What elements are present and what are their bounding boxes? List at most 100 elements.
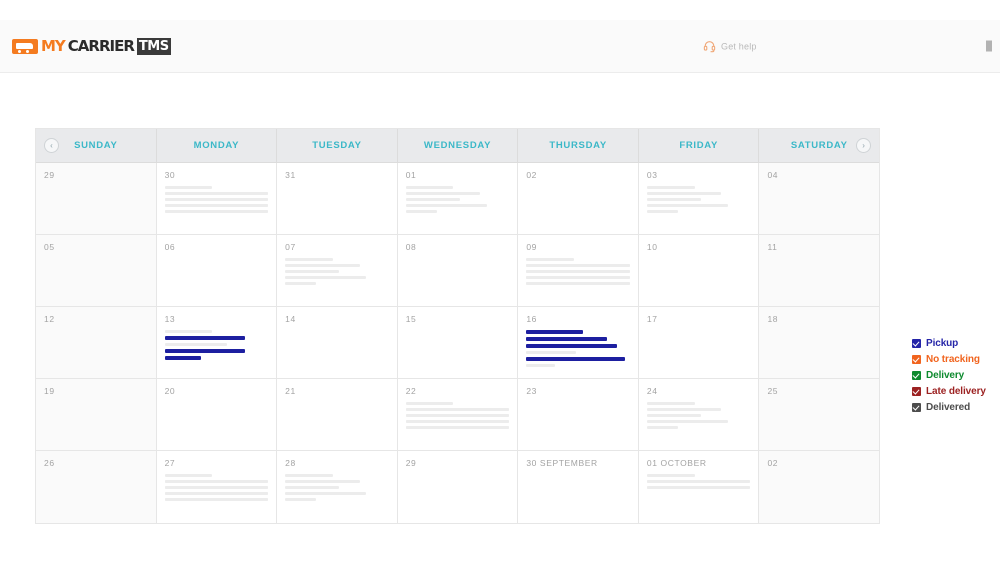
calendar-day-cell[interactable]: 09 xyxy=(518,235,639,306)
shipment-bar-placeholder xyxy=(285,282,317,285)
calendar-day-cell[interactable]: 02 xyxy=(518,163,639,234)
legend-item-late-delivery[interactable]: Late delivery xyxy=(912,386,986,397)
calendar-day-cell[interactable]: 20 xyxy=(156,379,278,450)
shipment-bar-placeholder xyxy=(526,264,585,267)
legend-checkbox-icon[interactable] xyxy=(912,371,921,380)
shipment-bar-placeholder xyxy=(646,186,695,189)
shipment-bar-placeholder xyxy=(405,414,463,417)
calendar-day-cell[interactable]: 18 xyxy=(759,307,880,378)
day-number-label: 18 xyxy=(767,314,779,324)
day-number-label: 09 xyxy=(526,242,537,252)
shipment-bar-group xyxy=(526,282,630,285)
legend-checkbox-icon[interactable] xyxy=(912,403,921,412)
day-number-label: 30 SEPTEMBER xyxy=(526,458,598,468)
calendar-day-cell[interactable]: 30 SEPTEMBER xyxy=(518,451,639,523)
shipment-bar-pickup[interactable] xyxy=(526,337,608,341)
shipment-bar-placeholder xyxy=(164,480,223,483)
app-logo[interactable]: MY CARRIER TMS xyxy=(12,37,171,55)
calendar-header-saturday: SATURDAY › xyxy=(759,129,879,162)
calendar-day-cell[interactable]: 04 xyxy=(759,163,880,234)
shipment-bar-group xyxy=(646,486,751,489)
calendar-day-cell[interactable]: 05 xyxy=(36,235,157,306)
shipment-bar-pickup[interactable] xyxy=(164,336,246,340)
calendar-day-cell[interactable]: 10 xyxy=(638,235,760,306)
calendar-day-cell[interactable]: 27 xyxy=(156,451,278,523)
shipment-bar-placeholder xyxy=(285,276,366,279)
shipment-bar-pickup[interactable] xyxy=(164,356,201,360)
shipment-bar-placeholder xyxy=(405,426,464,429)
calendar-day-cell[interactable]: 21 xyxy=(277,379,398,450)
shipment-bar-placeholder xyxy=(646,192,722,195)
calendar-day-cell[interactable]: 22 xyxy=(397,379,519,450)
shipment-bar-placeholder xyxy=(285,480,360,483)
shipment-bar-placeholder xyxy=(405,204,487,207)
calendar-day-cell[interactable]: 25 xyxy=(759,379,880,450)
legend-checkbox-icon[interactable] xyxy=(912,339,921,348)
legend-label: Delivered xyxy=(926,402,971,413)
calendar-day-cell[interactable]: 29 xyxy=(397,451,519,523)
calendar-header-monday: MONDAY xyxy=(157,129,278,162)
calendar-header-tuesday: TUESDAY xyxy=(277,129,398,162)
legend-item-no-tracking[interactable]: No tracking xyxy=(912,354,986,365)
prev-month-button[interactable]: ‹ xyxy=(44,138,59,153)
calendar-day-cell[interactable]: 15 xyxy=(397,307,519,378)
shipment-bar-pickup[interactable] xyxy=(526,357,625,361)
shipment-bar-placeholder xyxy=(164,192,223,195)
header-overflow-icon[interactable] xyxy=(986,40,992,52)
shipment-bar-pickup[interactable] xyxy=(164,349,246,353)
calendar-day-cell[interactable]: 30 xyxy=(156,163,278,234)
legend-checkbox-icon[interactable] xyxy=(912,387,921,396)
calendar-day-cell[interactable]: 01 OCTOBER xyxy=(638,451,760,523)
calendar-day-cell[interactable]: 16 xyxy=(518,307,639,378)
calendar-day-cell[interactable]: 24 xyxy=(638,379,760,450)
calendar-day-cell[interactable]: 14 xyxy=(277,307,398,378)
calendar-day-cell[interactable]: 29 xyxy=(36,163,157,234)
calendar-day-cell[interactable]: 06 xyxy=(156,235,278,306)
calendar-day-cell[interactable]: 07 xyxy=(277,235,398,306)
shipment-bars xyxy=(405,402,510,429)
shipment-bar-placeholder xyxy=(466,414,510,417)
shipment-bar-group xyxy=(164,498,269,501)
day-number-label: 03 xyxy=(646,170,658,180)
legend-label: Pickup xyxy=(926,338,959,349)
calendar-day-cell[interactable]: 31 xyxy=(277,163,398,234)
calendar-day-cell[interactable]: 23 xyxy=(518,379,639,450)
legend-item-delivery[interactable]: Delivery xyxy=(912,370,986,381)
shipment-bar-placeholder xyxy=(710,486,751,489)
calendar-day-cell[interactable]: 19 xyxy=(36,379,157,450)
shipment-bars xyxy=(405,186,510,213)
next-month-button[interactable]: › xyxy=(856,138,872,153)
day-of-week-label: THURSDAY xyxy=(549,140,607,151)
calendar-day-cell[interactable]: 03 xyxy=(638,163,760,234)
shipment-bar-pickup[interactable] xyxy=(526,330,584,334)
calendar-day-cell[interactable]: 08 xyxy=(397,235,519,306)
day-number-label: 19 xyxy=(44,386,55,396)
day-number-label: 27 xyxy=(164,458,176,468)
shipment-bar-placeholder xyxy=(646,474,695,477)
shipment-bar-pickup[interactable] xyxy=(526,344,618,348)
get-help-label: Get help xyxy=(721,41,757,51)
calendar-day-cell[interactable]: 17 xyxy=(638,307,760,378)
calendar-day-cell[interactable]: 02 xyxy=(759,451,880,523)
legend-item-delivered[interactable]: Delivered xyxy=(912,402,986,413)
shipment-bar-placeholder xyxy=(238,492,269,495)
calendar-day-cell[interactable]: 28 xyxy=(277,451,398,523)
legend-checkbox-icon[interactable] xyxy=(912,355,921,364)
shipment-bar-placeholder xyxy=(526,270,583,273)
day-number-label: 10 xyxy=(646,242,658,252)
day-number-label: 01 xyxy=(405,170,417,180)
shipment-bar-placeholder xyxy=(588,282,630,285)
legend-item-pickup[interactable]: Pickup xyxy=(912,338,986,349)
shipment-bar-placeholder xyxy=(405,186,454,189)
shipment-bars xyxy=(164,474,269,501)
calendar-day-cell[interactable]: 12 xyxy=(36,307,157,378)
calendar-day-cell[interactable]: 11 xyxy=(759,235,880,306)
calendar-day-cell[interactable]: 26 xyxy=(36,451,157,523)
get-help-button[interactable]: Get help xyxy=(703,40,757,53)
day-of-week-label: SUNDAY xyxy=(74,140,118,151)
shipment-bar-placeholder xyxy=(164,498,223,501)
day-number-label: 24 xyxy=(646,386,658,396)
calendar-day-cell[interactable]: 01 xyxy=(397,163,519,234)
calendar-day-cell[interactable]: 13 xyxy=(156,307,278,378)
shipment-bar-placeholder xyxy=(526,282,585,285)
